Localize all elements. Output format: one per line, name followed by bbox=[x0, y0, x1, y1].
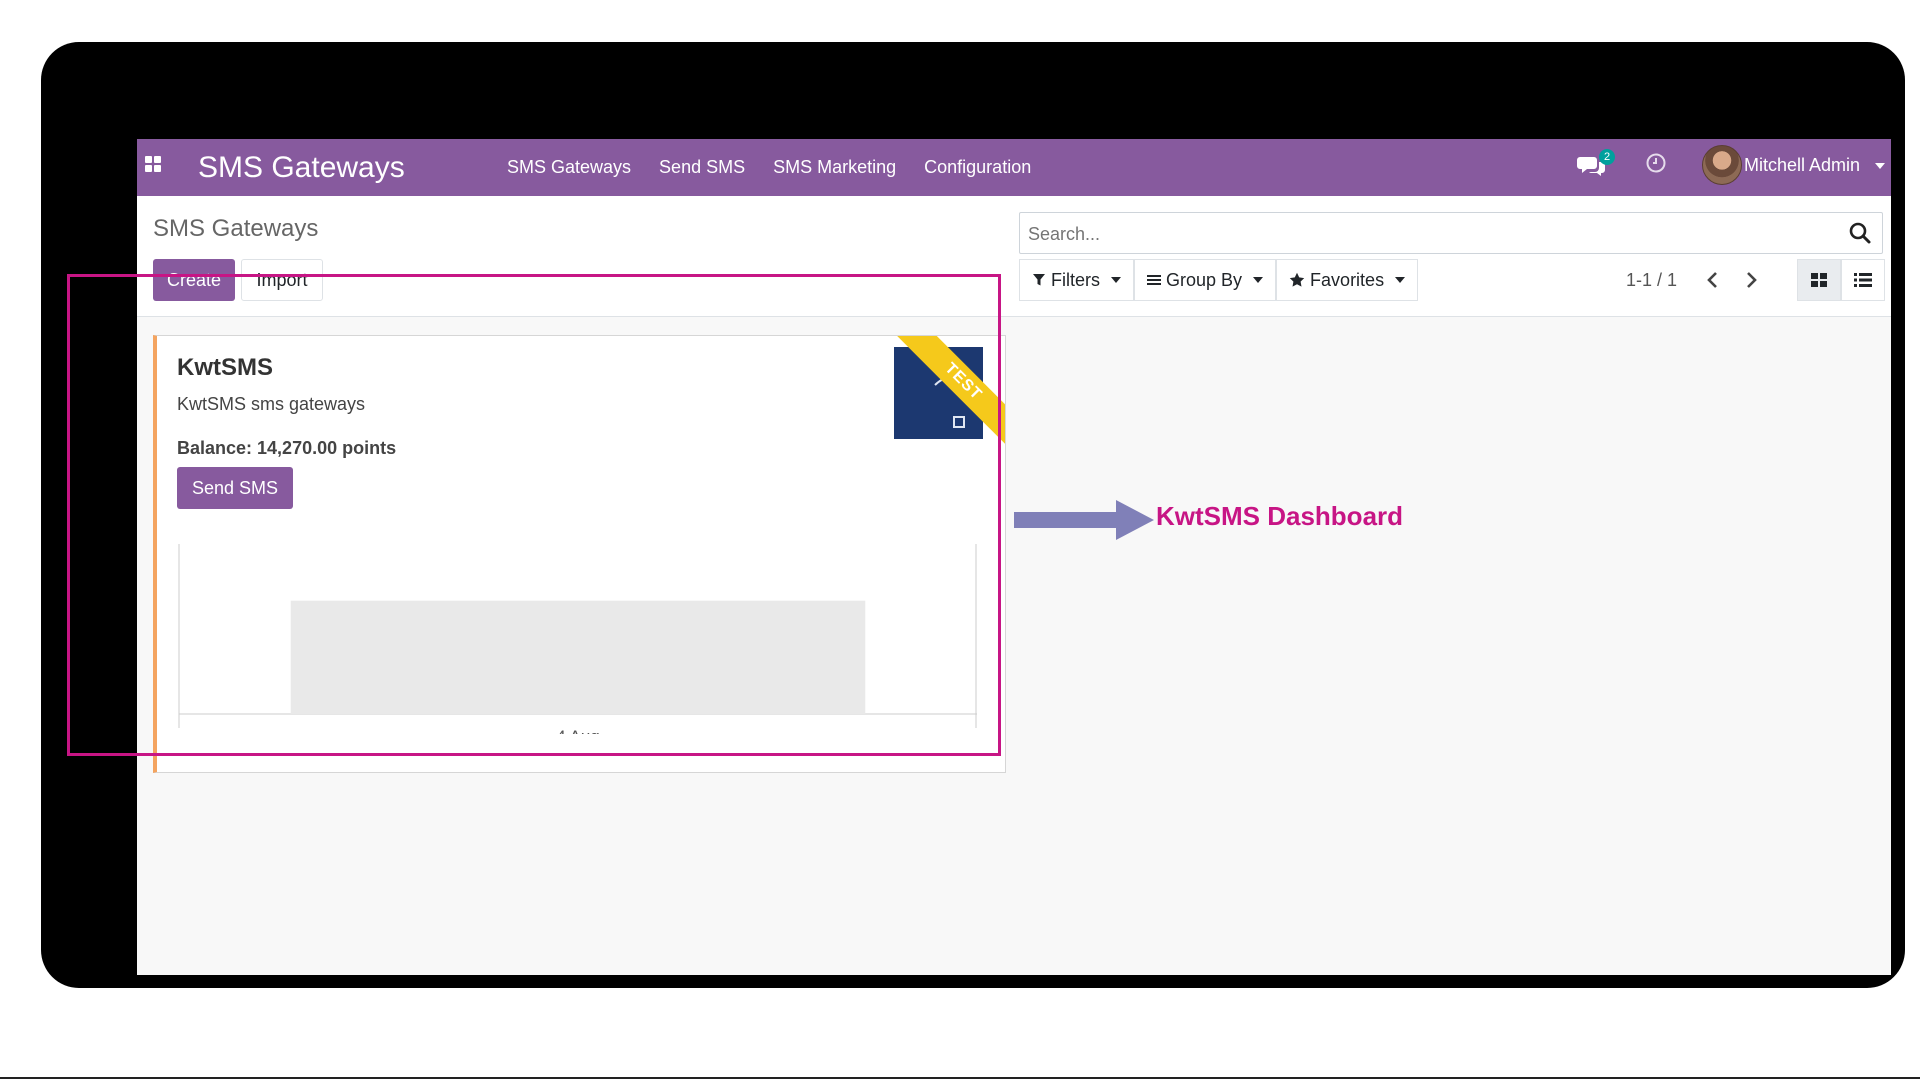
bottom-divider bbox=[0, 1077, 1920, 1079]
search-icon[interactable] bbox=[1848, 221, 1872, 245]
clock-icon[interactable] bbox=[1645, 152, 1667, 174]
arrow-right-icon bbox=[1014, 500, 1154, 540]
menu-item-sms-gateways[interactable]: SMS Gateways bbox=[493, 157, 645, 178]
caret-down-icon bbox=[1253, 277, 1264, 283]
user-avatar[interactable] bbox=[1702, 145, 1742, 185]
search-input[interactable] bbox=[1026, 221, 1830, 247]
kanban-grid-icon bbox=[1811, 273, 1827, 287]
kanban-view-button[interactable] bbox=[1797, 259, 1841, 301]
view-switcher bbox=[1797, 259, 1885, 301]
chevron-right-icon[interactable] bbox=[1741, 270, 1761, 290]
group-by-button[interactable]: Group By bbox=[1134, 259, 1277, 301]
list-view-icon bbox=[1854, 273, 1872, 287]
annotation-label: KwtSMS Dashboard bbox=[1156, 501, 1404, 531]
caret-down-icon bbox=[1395, 277, 1406, 283]
favorites-label: Favorites bbox=[1310, 269, 1385, 290]
star-icon bbox=[1289, 272, 1305, 287]
menu-item-sms-marketing[interactable]: SMS Marketing bbox=[759, 157, 910, 178]
highlight-box bbox=[67, 274, 1001, 756]
chevron-left-icon[interactable] bbox=[1703, 270, 1723, 290]
filter-icon bbox=[1033, 274, 1045, 286]
search-bar bbox=[1019, 212, 1883, 254]
list-bars-icon bbox=[1147, 275, 1161, 285]
breadcrumb: SMS Gateways bbox=[153, 215, 319, 242]
menu-item-configuration[interactable]: Configuration bbox=[910, 157, 1045, 178]
filters-label: Filters bbox=[1051, 269, 1100, 290]
favorites-button[interactable]: Favorites bbox=[1276, 259, 1419, 301]
user-menu-name[interactable]: Mitchell Admin bbox=[1744, 155, 1860, 176]
pager-value[interactable]: 1-1 / 1 bbox=[1626, 270, 1677, 291]
search-options: Filters Group By Favorites bbox=[1019, 259, 1419, 301]
menu-item-send-sms[interactable]: Send SMS bbox=[645, 157, 759, 178]
apps-grid-icon[interactable] bbox=[145, 156, 161, 172]
list-view-button[interactable] bbox=[1841, 259, 1885, 301]
chat-count-badge: 2 bbox=[1599, 149, 1615, 165]
group-by-label: Group By bbox=[1166, 269, 1243, 290]
main-menu: SMS Gateways Send SMS SMS Marketing Conf… bbox=[493, 139, 1045, 196]
app-title: SMS Gateways bbox=[198, 151, 405, 184]
top-navbar: SMS Gateways SMS Gateways Send SMS SMS M… bbox=[137, 139, 1891, 196]
chevron-down-icon[interactable] bbox=[1875, 163, 1885, 169]
caret-down-icon bbox=[1111, 277, 1121, 283]
filters-button[interactable]: Filters bbox=[1019, 259, 1134, 301]
